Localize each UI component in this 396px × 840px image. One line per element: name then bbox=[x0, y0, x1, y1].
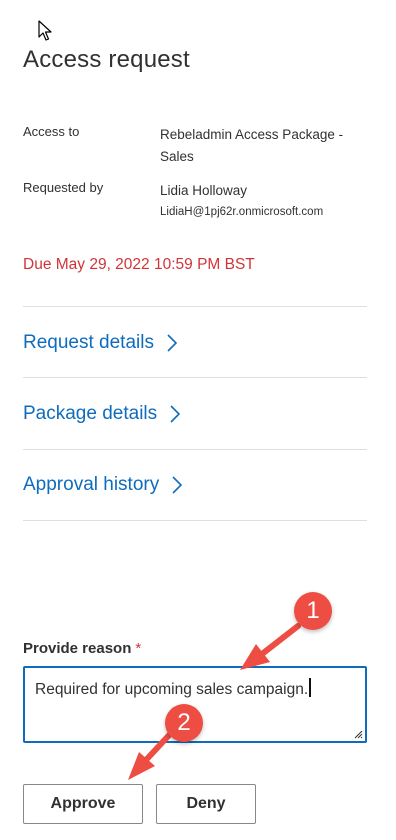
requester-name: Lidia Holloway bbox=[160, 183, 248, 198]
deny-button[interactable]: Deny bbox=[156, 784, 256, 824]
resize-handle-icon[interactable] bbox=[353, 729, 363, 739]
mouse-pointer-icon bbox=[38, 20, 52, 41]
annotation-arrow-1 bbox=[240, 623, 301, 670]
chevron-right-icon bbox=[170, 405, 181, 423]
due-date: Due May 29, 2022 10:59 PM BST bbox=[23, 256, 255, 273]
page-title: Access request bbox=[23, 46, 190, 73]
annotation-badge-1: 1 bbox=[294, 592, 332, 630]
divider bbox=[23, 520, 367, 521]
reason-label-text: Provide reason bbox=[23, 640, 132, 657]
approval-history-link[interactable]: Approval history bbox=[23, 474, 183, 496]
chevron-right-icon bbox=[172, 476, 183, 494]
chevron-right-icon bbox=[167, 334, 178, 352]
annotation-badge-2: 2 bbox=[165, 704, 203, 742]
request-details-link[interactable]: Request details bbox=[23, 332, 178, 354]
access-to-label: Access to bbox=[23, 124, 80, 139]
required-marker: * bbox=[135, 640, 142, 657]
section-label: Approval history bbox=[23, 474, 160, 495]
requested-by-label: Requested by bbox=[23, 180, 104, 195]
section-label: Request details bbox=[23, 332, 154, 353]
section-label: Package details bbox=[23, 403, 158, 424]
reason-label: Provide reason * bbox=[23, 640, 141, 657]
access-to-value: Rebeladmin Access Package - Sales bbox=[160, 127, 344, 164]
divider bbox=[23, 377, 367, 378]
requester-email: LidiaH@1pj62r.onmicrosoft.com bbox=[160, 206, 324, 218]
divider bbox=[23, 449, 367, 450]
package-details-link[interactable]: Package details bbox=[23, 403, 181, 425]
approve-button[interactable]: Approve bbox=[23, 784, 143, 824]
divider bbox=[23, 306, 367, 307]
text-caret bbox=[309, 678, 311, 697]
reason-text: Required for upcoming sales campaign. bbox=[35, 681, 309, 698]
